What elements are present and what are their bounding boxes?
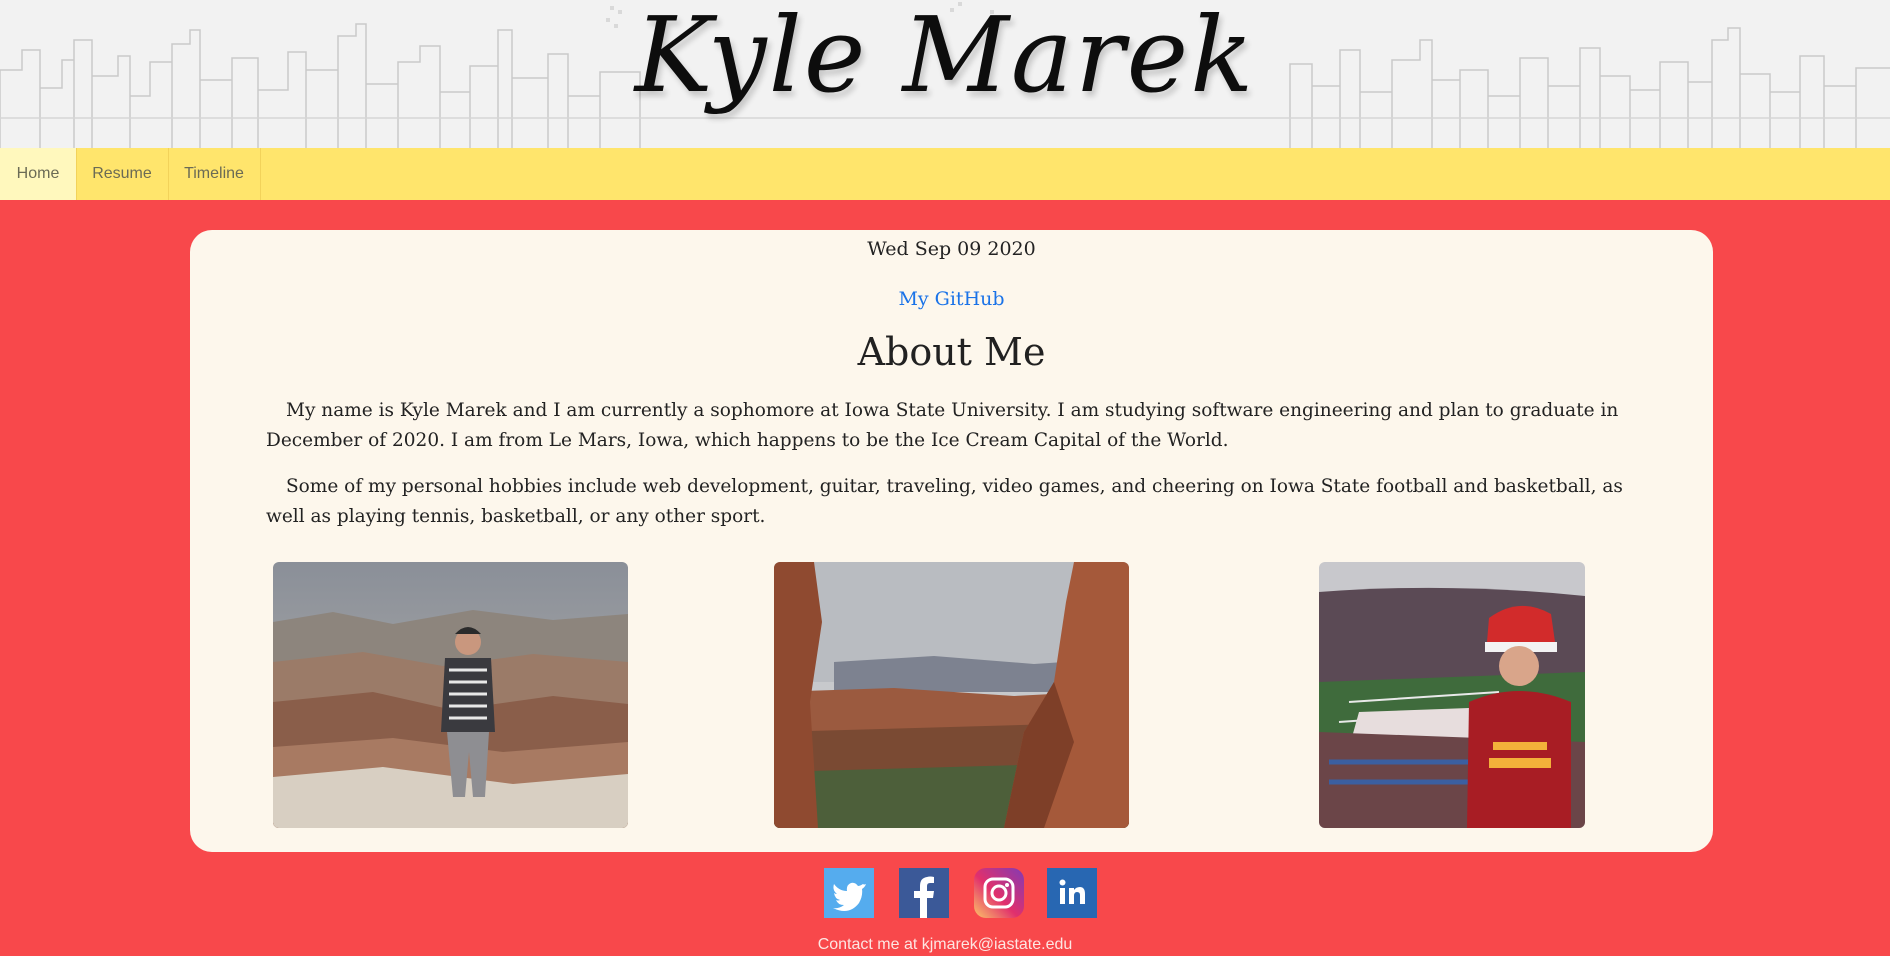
nav-item-home[interactable]: Home: [0, 148, 77, 200]
about-paragraph-1: My name is Kyle Marek and I am currently…: [266, 400, 1619, 451]
nav-bar: Home Resume Timeline: [0, 148, 1890, 200]
instagram-icon[interactable]: [974, 868, 1024, 918]
github-link[interactable]: My GitHub: [190, 288, 1713, 310]
facebook-icon[interactable]: [899, 868, 949, 918]
nav-item-timeline[interactable]: Timeline: [168, 148, 261, 200]
site-title: Kyle Marek: [634, 0, 1256, 116]
red-rock-canyon-photo: [774, 562, 1129, 828]
about-paragraph-2: Some of my personal hobbies include web …: [266, 476, 1623, 527]
date-text: Wed Sep 09 2020: [867, 238, 1036, 260]
contact-text: Contact me at kjmarek@iastate.edu: [817, 936, 1073, 953]
page-heading: About Me: [857, 330, 1046, 374]
stadium-photo: [1319, 562, 1585, 828]
grand-canyon-photo: [273, 562, 628, 828]
nav-item-resume[interactable]: Resume: [76, 148, 169, 200]
header-banner: Kyle Marek: [0, 0, 1890, 148]
linkedin-icon[interactable]: [1047, 868, 1097, 918]
twitter-icon[interactable]: [824, 868, 874, 918]
content-card: Wed Sep 09 2020 My GitHub About Me My na…: [190, 230, 1713, 852]
